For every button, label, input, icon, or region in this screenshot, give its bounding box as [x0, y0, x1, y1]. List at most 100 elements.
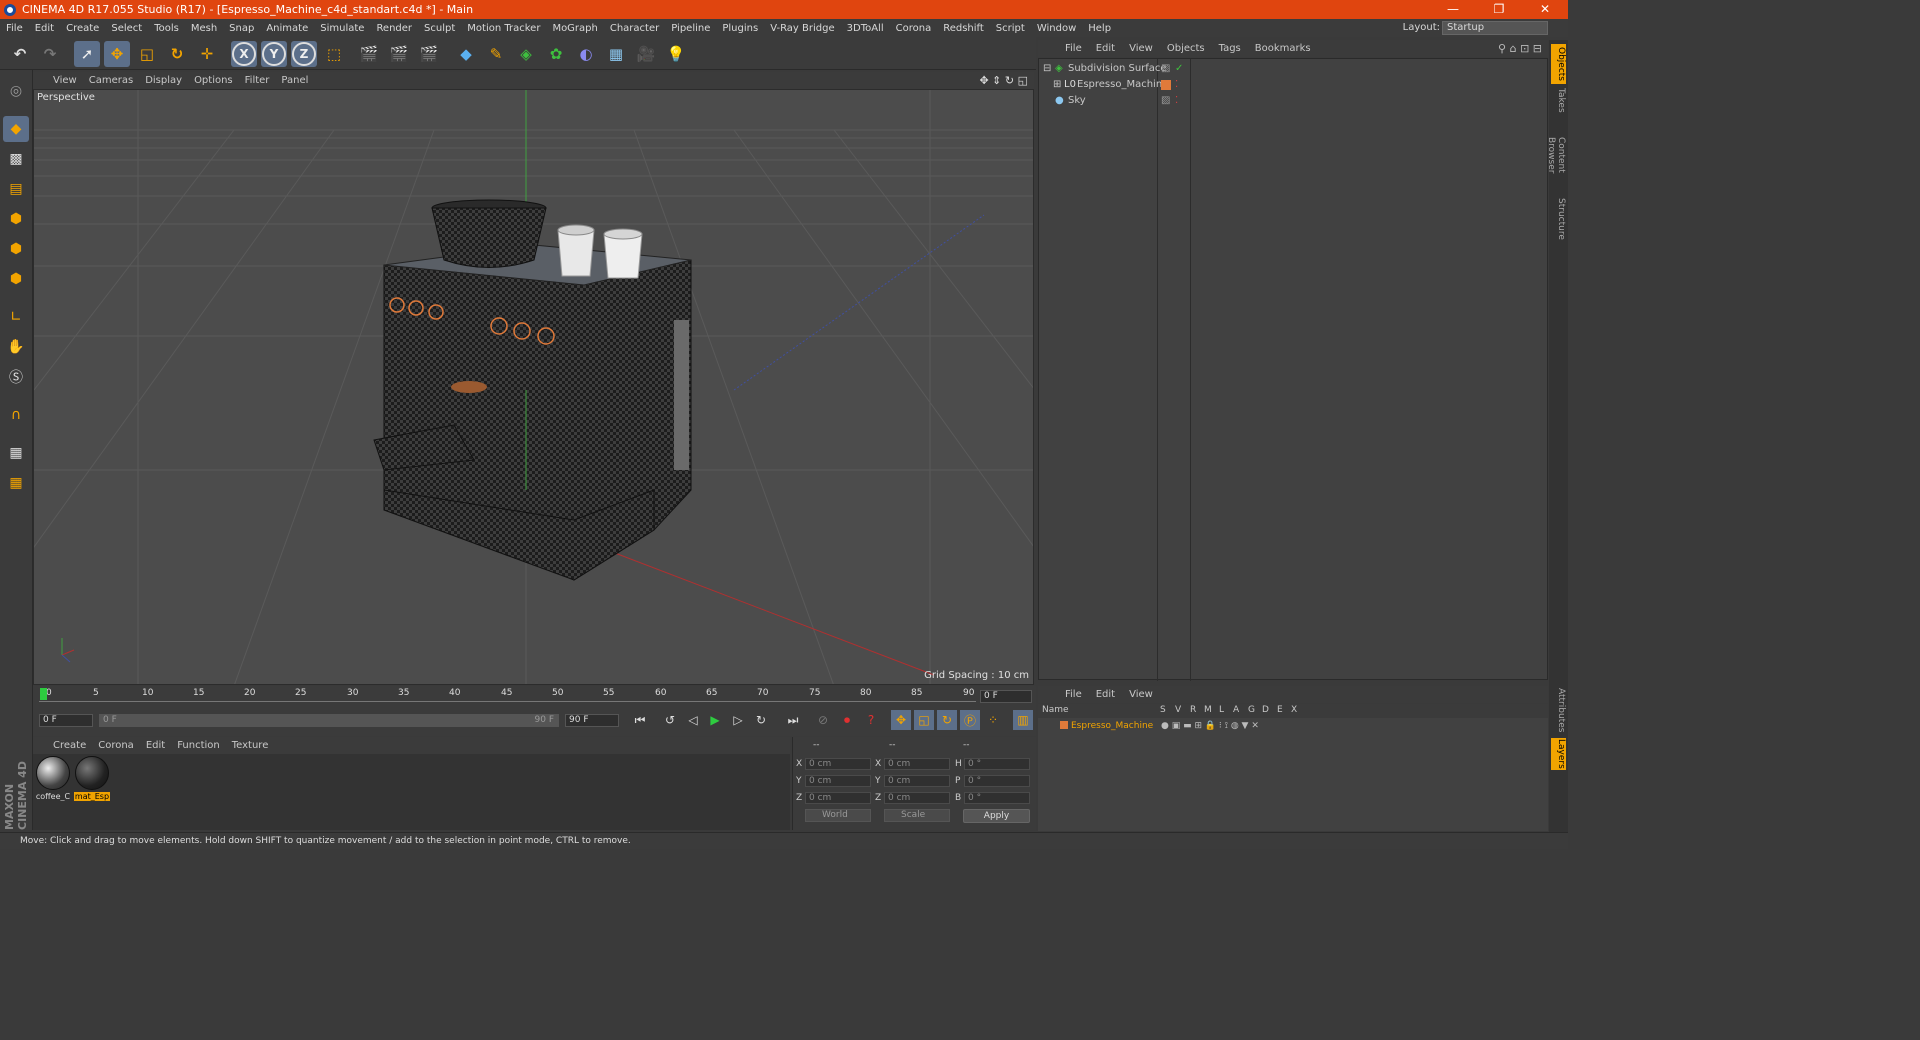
edges-mode-icon[interactable]: ⬢ — [3, 236, 29, 262]
render-view-icon[interactable]: 🎬 — [356, 41, 382, 67]
menu-select[interactable]: Select — [105, 23, 148, 34]
viewport-menu-view[interactable]: View — [33, 75, 83, 86]
object-row[interactable]: ● Sky ▨ ⁚ — [1039, 93, 1547, 109]
expand-icon[interactable]: ⊟ — [1043, 61, 1051, 77]
material-swatch[interactable]: mat_Esp — [74, 756, 110, 801]
menu-help[interactable]: Help — [1082, 23, 1117, 34]
timeline-ruler[interactable]: 0 5 10 15 20 25 30 35 40 45 50 55 60 65 … — [39, 688, 976, 702]
layer-toggle-icons[interactable]: ● ▣ ▬ ⊞ 🔒 ⁝ ⟟ ◍ ▼ ✕ — [1161, 718, 1259, 734]
om-search-home-icons[interactable]: ⚲ ⌂ ⊡ ⊟ — [1498, 42, 1542, 55]
camera-icon[interactable]: 🎥 — [633, 41, 659, 67]
menu-motion-tracker[interactable]: Motion Tracker — [461, 23, 546, 34]
autokeying-icon[interactable]: ⏺ — [837, 710, 857, 730]
undo-icon[interactable]: ↶ — [7, 41, 33, 67]
model-mode-icon[interactable]: ◆ — [3, 116, 29, 142]
visibility-dots-icon[interactable]: ⁚ — [1175, 93, 1178, 109]
tab-objects[interactable]: Objects — [1551, 44, 1566, 84]
workplane-mode-icon[interactable]: ▤ — [3, 176, 29, 202]
coordinate-mode-dropdown[interactable]: World — [805, 809, 871, 822]
material-menu-create[interactable]: Create — [33, 740, 92, 751]
visibility-check-icon[interactable]: ✓ — [1175, 61, 1183, 77]
om-menu-tags[interactable]: Tags — [1212, 43, 1248, 54]
viewport-menu-cameras[interactable]: Cameras — [83, 75, 139, 86]
material-menu-function[interactable]: Function — [171, 740, 226, 751]
size-x-field[interactable]: 0 cm — [884, 758, 950, 770]
size-mode-dropdown[interactable]: Scale — [884, 809, 950, 822]
record-scale-icon[interactable]: ◱ — [914, 710, 934, 730]
axis-mode-icon[interactable]: ∟ — [3, 304, 29, 330]
locked-workplane-icon[interactable]: ▦ — [3, 470, 29, 496]
menu-mesh[interactable]: Mesh — [185, 23, 223, 34]
viewport-nav-icons[interactable]: ✥ ⇕ ↻ ◱ — [979, 74, 1028, 87]
menu-sculpt[interactable]: Sculpt — [418, 23, 461, 34]
viewport-menu-filter[interactable]: Filter — [239, 75, 276, 86]
workplane-lock-icon[interactable]: ▦ — [3, 440, 29, 466]
tab-structure[interactable]: Structure — [1551, 198, 1566, 240]
pos-z-field[interactable]: 0 cm — [805, 792, 871, 804]
minimize-button[interactable]: — — [1430, 0, 1476, 19]
tweak-mode-icon[interactable]: ✋ — [3, 334, 29, 360]
current-frame-field[interactable]: 0 F — [980, 690, 1032, 703]
menu-animate[interactable]: Animate — [260, 23, 314, 34]
polygons-mode-icon[interactable]: ⬢ — [3, 266, 29, 292]
step-back-icon[interactable]: ◁ — [683, 710, 703, 730]
rot-h-field[interactable]: 0 ° — [964, 758, 1030, 770]
lm-menu-edit[interactable]: Edit — [1089, 689, 1122, 700]
end-frame-field[interactable]: 90 F — [565, 714, 619, 727]
record-active-objects-icon[interactable]: ⊘ — [813, 710, 833, 730]
frame-range-slider[interactable]: 0 F 90 F — [99, 714, 559, 727]
texture-mode-icon[interactable]: ▩ — [3, 146, 29, 172]
cube-primitive-icon[interactable]: ◆ — [453, 41, 479, 67]
transform-tool-icon[interactable]: ✛ — [194, 41, 220, 67]
deformer-icon[interactable]: ◐ — [573, 41, 599, 67]
menu-plugins[interactable]: Plugins — [716, 23, 764, 34]
select-cursor-icon[interactable]: ➚ — [74, 41, 100, 67]
coordinate-system-icon[interactable]: ⬚ — [321, 41, 347, 67]
step-forward-icon[interactable]: ▷ — [728, 710, 748, 730]
object-row[interactable]: ⊟ ◈ Subdivision Surface ▨ ✓ — [1039, 61, 1547, 77]
om-menu-bookmarks[interactable]: Bookmarks — [1248, 43, 1318, 54]
record-rotation-icon[interactable]: ↻ — [937, 710, 957, 730]
visibility-dots-icon[interactable]: ⁚ — [1175, 77, 1178, 93]
pos-y-field[interactable]: 0 cm — [805, 775, 871, 787]
pos-x-field[interactable]: 0 cm — [805, 758, 871, 770]
timeline-window-icon[interactable]: ▥ — [1013, 710, 1033, 730]
go-to-end-icon[interactable]: ⏭ — [783, 710, 803, 730]
size-y-field[interactable]: 0 cm — [884, 775, 950, 787]
record-position-icon[interactable]: ✥ — [891, 710, 911, 730]
lm-menu-file[interactable]: File — [1058, 689, 1089, 700]
start-frame-field[interactable]: 0 F — [39, 714, 93, 727]
floor-icon[interactable]: ▦ — [603, 41, 629, 67]
array-cloner-icon[interactable]: ✿ — [543, 41, 569, 67]
light-icon[interactable]: 💡 — [663, 41, 689, 67]
layer-tag-icon[interactable]: ▨ — [1161, 61, 1170, 77]
apply-button[interactable]: Apply — [963, 809, 1030, 823]
maximize-button[interactable]: ❐ — [1476, 0, 1522, 19]
menu-mograph[interactable]: MoGraph — [546, 23, 603, 34]
y-axis-lock-button[interactable]: Y — [261, 41, 287, 67]
points-mode-icon[interactable]: ⬢ — [3, 206, 29, 232]
tab-content-browser[interactable]: Content Browser — [1546, 118, 1566, 192]
menu-redshift[interactable]: Redshift — [937, 23, 990, 34]
pen-spline-icon[interactable]: ✎ — [483, 41, 509, 67]
rotate-tool-icon[interactable]: ↻ — [164, 41, 190, 67]
go-to-start-icon[interactable]: ⏮ — [630, 710, 650, 730]
record-point-level-icon[interactable]: ⁘ — [983, 710, 1003, 730]
menu-file[interactable]: File — [0, 23, 29, 34]
lm-menu-view[interactable]: View — [1122, 689, 1160, 700]
tab-layers[interactable]: Layers — [1551, 738, 1566, 770]
next-key-icon[interactable]: ↻ — [751, 710, 771, 730]
om-menu-file[interactable]: File — [1058, 43, 1089, 54]
menu-window[interactable]: Window — [1031, 23, 1082, 34]
perspective-viewport[interactable]: Perspective Grid Spacing : 10 cm — [33, 89, 1034, 685]
play-icon[interactable]: ▶ — [705, 710, 725, 730]
om-menu-objects[interactable]: Objects — [1160, 43, 1212, 54]
layer-color-swatch[interactable] — [1060, 721, 1068, 729]
object-row[interactable]: ⊞ L0 Espresso_Machine ⁚ — [1039, 77, 1547, 93]
material-menu-edit[interactable]: Edit — [140, 740, 171, 751]
menu-character[interactable]: Character — [604, 23, 665, 34]
layout-select[interactable]: Startup — [1442, 21, 1548, 35]
close-button[interactable]: ✕ — [1522, 0, 1568, 19]
material-swatch[interactable]: coffee_C — [35, 756, 71, 801]
menu-snap[interactable]: Snap — [223, 23, 260, 34]
